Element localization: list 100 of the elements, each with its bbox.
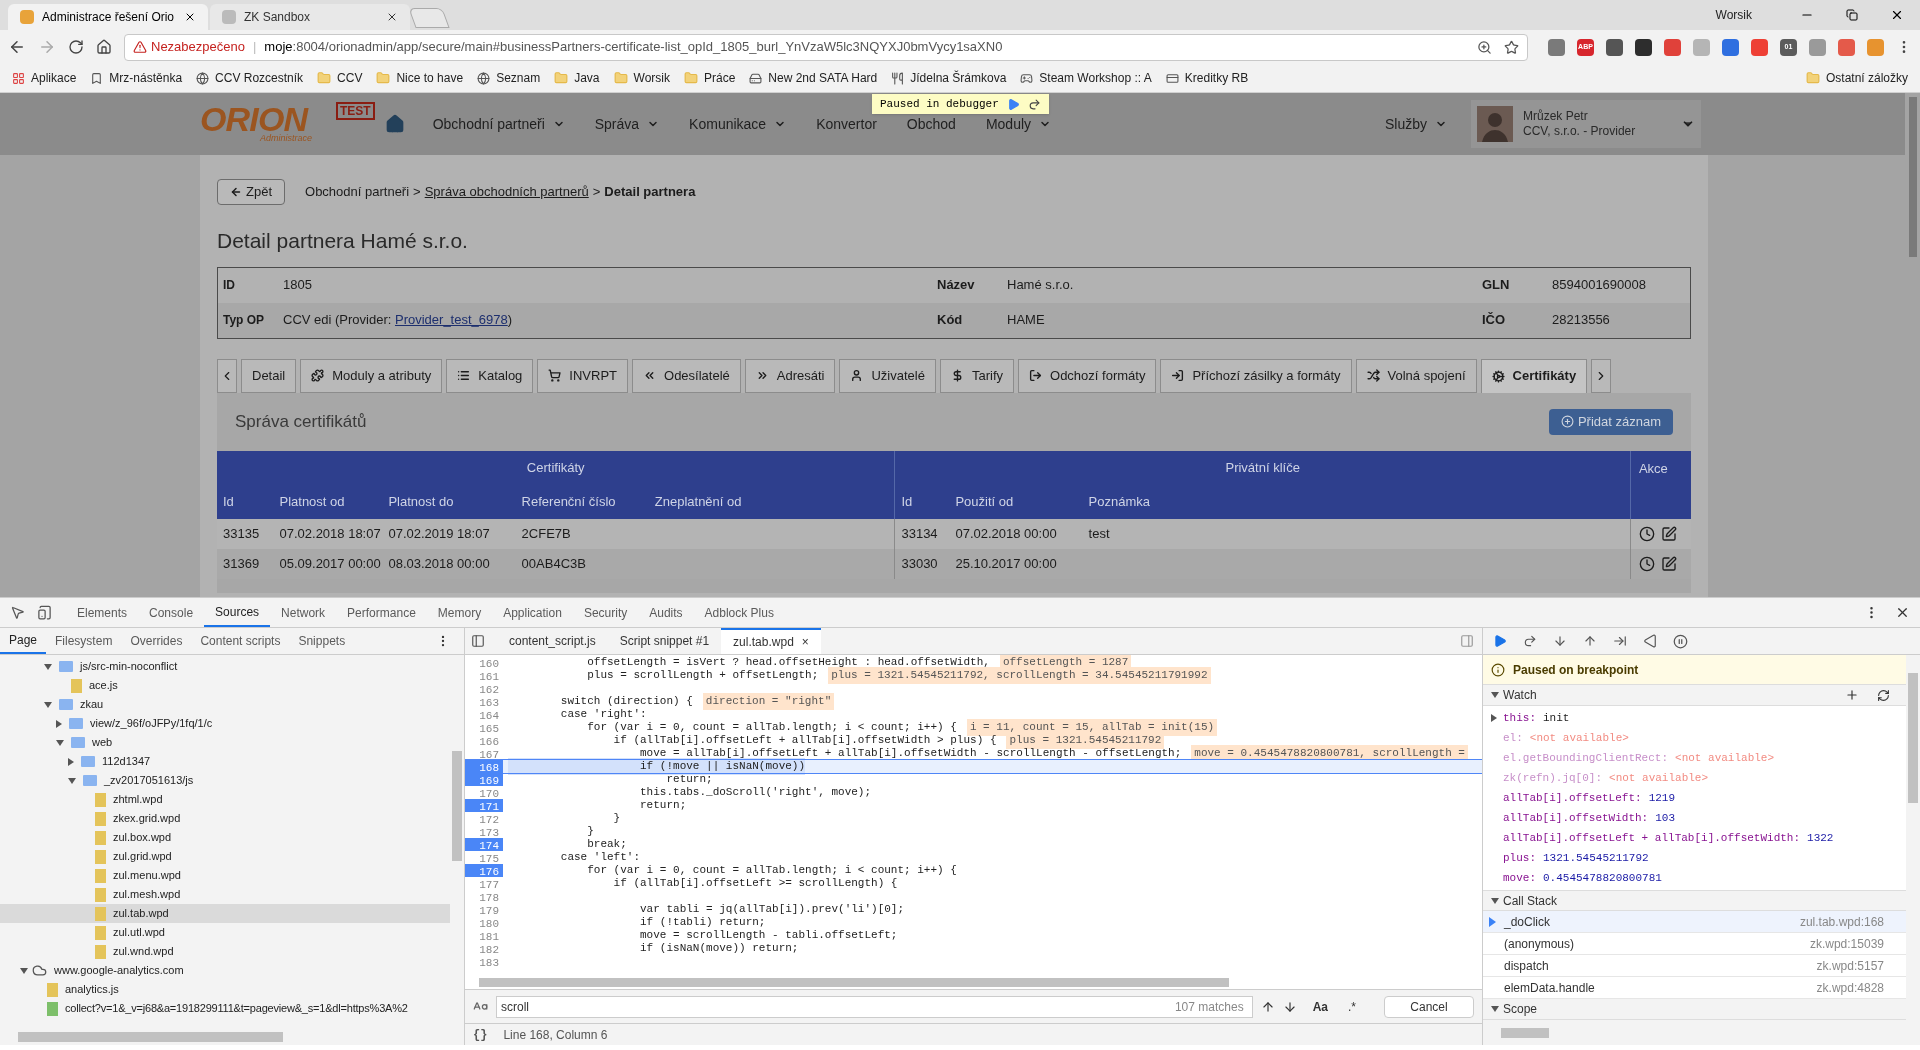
bookmark[interactable]: New 2nd SATA Hard <box>749 69 878 87</box>
close-mark[interactable]: × <box>801 633 809 651</box>
line-number[interactable]: 183 <box>465 955 503 968</box>
tab[interactable]: Tarify <box>939 358 1014 393</box>
line-number[interactable]: 175 <box>465 851 503 864</box>
devtools-tab[interactable]: Application <box>492 598 573 627</box>
back-icon[interactable] <box>8 38 26 56</box>
call-frame[interactable]: dispatch zk.wpd:5157 <box>1483 955 1906 977</box>
step-into-icon[interactable] <box>1553 634 1567 648</box>
line-number[interactable]: 166 <box>465 734 503 747</box>
file-tree-item[interactable]: zul.wnd.wpd <box>0 942 450 961</box>
tab[interactable]: Katalog <box>446 358 534 393</box>
bookmark[interactable]: Java <box>554 69 600 87</box>
file-tree-item[interactable]: zul.utl.wpd <box>0 923 450 942</box>
line-number[interactable]: 170 <box>465 786 503 799</box>
close-icon[interactable] <box>386 11 398 23</box>
step-icon[interactable] <box>1613 634 1627 648</box>
file-tree-item[interactable]: www.google-analytics.com <box>0 961 450 980</box>
step-over-icon[interactable] <box>1523 634 1537 648</box>
pretty-print-button[interactable]: {} <box>473 1025 488 1044</box>
tab[interactable]: Certifikáty <box>1480 358 1588 393</box>
devtools-tab[interactable]: Sources <box>204 598 271 627</box>
bookmark[interactable]: Nice to have <box>376 69 464 87</box>
nav-menu-item[interactable]: Správa <box>594 113 660 135</box>
bookmark[interactable]: Seznam <box>477 69 541 87</box>
close-icon[interactable] <box>184 11 196 23</box>
call-frame[interactable]: (anonymous) zk.wpd:15039 <box>1483 933 1906 955</box>
nav-menu-item[interactable]: Moduly <box>985 113 1052 135</box>
tab[interactable]: Odchozí formáty <box>1018 358 1157 393</box>
history-icon[interactable] <box>1638 555 1655 572</box>
match-case-toggle[interactable]: Aa <box>1304 997 1336 1016</box>
line-number[interactable]: 173 <box>465 825 503 838</box>
history-icon[interactable] <box>1638 525 1655 542</box>
extension-icon[interactable] <box>1635 38 1652 56</box>
file-tree-item[interactable]: 112d1347 <box>0 752 450 771</box>
navigator-tab[interactable]: Overrides <box>121 628 192 654</box>
section-header[interactable]: Scope <box>1483 999 1906 1020</box>
refresh-icon[interactable] <box>1877 688 1890 702</box>
line-number[interactable]: 163 <box>465 695 503 708</box>
navigator-tab[interactable]: Page <box>0 628 47 654</box>
file-tree-item[interactable]: zul.grid.wpd <box>0 847 450 866</box>
resume-icon[interactable] <box>1006 97 1020 111</box>
sidebar-toggle-icon[interactable] <box>1460 634 1474 648</box>
nav-menu-item[interactable]: Komunikace <box>689 113 787 135</box>
line-number[interactable]: 161 <box>465 669 503 682</box>
editor-tab[interactable]: zul.tab.wpd × <box>721 628 821 654</box>
tab[interactable]: Adresáti <box>744 358 836 393</box>
bookmark-star-icon[interactable] <box>1504 39 1519 55</box>
horizontal-scrollbar[interactable] <box>465 975 1482 989</box>
extension-icon[interactable] <box>1606 38 1623 56</box>
tab[interactable]: Moduly a atributy <box>300 358 443 393</box>
cancel-button[interactable]: Cancel <box>1384 995 1474 1018</box>
add-watch-icon[interactable] <box>1845 688 1859 702</box>
step-out-icon[interactable] <box>1583 634 1597 648</box>
line-number[interactable]: 180 <box>465 916 503 929</box>
bookmark[interactable]: Kreditky RB <box>1165 69 1249 87</box>
bookmark[interactable]: CCV Rozcestník <box>196 69 304 87</box>
line-number[interactable]: 160 <box>465 656 503 669</box>
address-bar[interactable]: Nezabezpečeno | moje:8004/orionadmin/app/secure/main#businessPartners-certificate-list_opId_1805_burl_YnVzaW5lc3NQYXJ0bmVycy1saXN0 <box>124 33 1528 61</box>
line-number[interactable]: 177 <box>465 877 503 890</box>
editor-tab[interactable]: Script snippet #1 <box>607 628 722 654</box>
bookmark[interactable]: Ostatní záložky <box>1805 69 1908 87</box>
inspect-icon[interactable] <box>10 605 25 620</box>
tab[interactable]: Detail <box>241 358 297 393</box>
services-menu[interactable]: Služby <box>1384 113 1447 135</box>
navigator-tab[interactable]: Snippets <box>289 628 355 654</box>
tab[interactable]: Příchozí zásilky a formáty <box>1160 358 1352 393</box>
editor-tab[interactable]: content_script.js <box>497 628 608 654</box>
tab[interactable]: Odesílatelé <box>632 358 741 393</box>
nav-menu-item[interactable]: Obchod <box>906 113 956 135</box>
line-number[interactable]: 164 <box>465 708 503 721</box>
navigator-toggle-icon[interactable] <box>471 634 485 648</box>
line-number[interactable]: 179 <box>465 903 503 916</box>
pause-exceptions-icon[interactable] <box>1673 633 1688 649</box>
call-frame[interactable]: _doClick zul.tab.wpd:168 <box>1483 911 1906 933</box>
devtools-tab[interactable]: Audits <box>638 598 694 627</box>
line-number[interactable]: 182 <box>465 942 503 955</box>
file-tree-item[interactable]: view/z_96f/oJFPy/1fq/1/c <box>0 714 450 733</box>
nav-menu-item[interactable]: Obchodní partneři <box>432 113 565 135</box>
bookmark[interactable]: Mrz-nástěnka <box>90 69 183 87</box>
close-icon[interactable] <box>1895 605 1910 620</box>
browser-tab[interactable]: Administrace řešení Orio <box>8 4 208 30</box>
bookmark[interactable]: Práce <box>684 69 736 87</box>
line-number[interactable]: 181 <box>465 929 503 942</box>
file-tree-item[interactable]: zul.box.wpd <box>0 828 450 847</box>
edit-icon[interactable] <box>1660 555 1677 572</box>
line-number[interactable]: 165 <box>465 721 503 734</box>
browser-tab[interactable]: ZK Sandbox <box>210 4 410 30</box>
bookmark[interactable]: Steam Workshop :: A <box>1020 69 1152 87</box>
devtools-tab[interactable]: Memory <box>426 598 493 627</box>
device-icon[interactable] <box>37 605 52 620</box>
search-field[interactable]: scroll 107 matches <box>496 995 1253 1018</box>
resume-icon[interactable] <box>1493 634 1507 648</box>
file-tree-item[interactable]: zkau <box>0 695 450 714</box>
file-tree-item[interactable]: zkex.grid.wpd <box>0 809 450 828</box>
bookmark[interactable]: Worsik <box>613 69 670 87</box>
tab[interactable]: Volná spojení <box>1355 358 1477 393</box>
call-frame[interactable]: elemData.handle zk.wpd:4828 <box>1483 977 1906 999</box>
file-tree-item[interactable]: collect?v=1&_v=j68&a=1918299111&t=pageview&_s=1&dl=https%3A%2 <box>0 999 450 1018</box>
file-tree-item[interactable]: analytics.js <box>0 980 450 999</box>
